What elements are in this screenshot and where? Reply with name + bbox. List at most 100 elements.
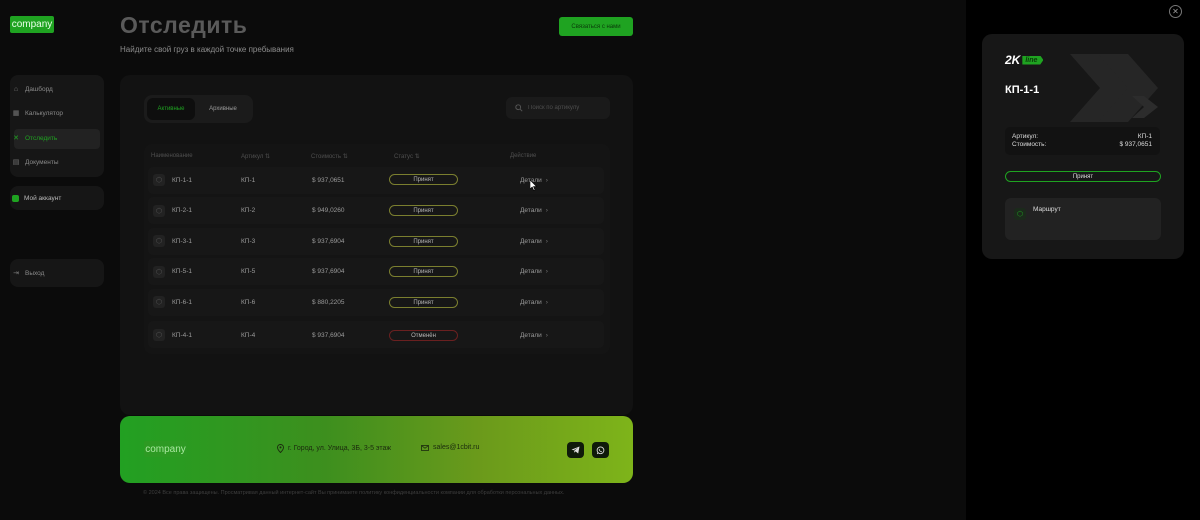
- box-icon: ⬡: [153, 174, 165, 186]
- whatsapp-button[interactable]: [592, 442, 609, 458]
- footer-address: г. Город, ул. Улица, 3Б, 3-5 этаж: [277, 444, 391, 453]
- route-box[interactable]: [1005, 198, 1161, 240]
- tab-archive[interactable]: Архивные: [199, 98, 247, 120]
- column-header-action: Действие: [510, 153, 537, 159]
- logout-label: Выход: [25, 269, 45, 277]
- column-header-article[interactable]: Артикул ⇅: [241, 153, 270, 160]
- row-cost: $ 949,0260: [312, 207, 345, 214]
- logout-link[interactable]: ⇥ Выход: [12, 263, 44, 283]
- address-text: г. Город, ул. Улица, 3Б, 3-5 этаж: [288, 445, 392, 452]
- sidebar-item-calculator[interactable]: ▦ Калькулятор: [12, 103, 63, 123]
- contact-us-button[interactable]: Связаться с нами: [559, 17, 633, 36]
- route-icon: ⬡: [1014, 208, 1026, 220]
- details-label: Детали: [520, 238, 542, 245]
- details-link[interactable]: Детали›: [520, 238, 548, 245]
- row-cost: $ 937,6904: [312, 238, 345, 245]
- footer-email[interactable]: sales@1cbit.ru: [421, 444, 479, 451]
- column-header-cost[interactable]: Стоимость ⇅: [311, 153, 348, 160]
- status-badge: Отменён: [389, 330, 458, 341]
- sidebar-item-track[interactable]: ✕ Отследить: [12, 128, 57, 148]
- row-name: КП-1-1: [172, 177, 193, 184]
- row-cost: $ 937,6904: [312, 332, 345, 339]
- cost-label: Стоимость:: [1012, 141, 1047, 148]
- details-label: Детали: [520, 268, 542, 275]
- details-link[interactable]: Детали›: [520, 207, 548, 214]
- panel-status-badge: Принят: [1005, 171, 1161, 182]
- panel-title: КП-1-1: [1005, 84, 1040, 96]
- chevron-right-icon: ›: [545, 177, 548, 184]
- location-pin-icon: [277, 444, 284, 453]
- row-article: КП-2: [241, 207, 256, 214]
- row-article: КП-1: [241, 177, 256, 184]
- footer-logo[interactable]: company: [144, 441, 187, 457]
- copyright-text: © 2024 Все права защищены. Просматривая …: [143, 490, 565, 496]
- mail-icon: [421, 444, 429, 451]
- email-text: sales@1cbit.ru: [433, 444, 480, 451]
- details-link[interactable]: Детали›: [520, 268, 548, 275]
- company-logo[interactable]: company: [10, 16, 54, 33]
- route-label: Маршрут: [1033, 206, 1061, 213]
- article-label: Артикул:: [1012, 133, 1039, 140]
- status-badge: Принят: [389, 297, 458, 308]
- brand-logo: 2K line: [1005, 53, 1044, 67]
- close-icon: ✕: [1172, 7, 1179, 16]
- box-icon: ⬡: [153, 235, 165, 247]
- status-badge: Принят: [389, 205, 458, 216]
- sidebar-item-dashboard[interactable]: ⌂ Дашборд: [12, 79, 53, 99]
- brand-main: 2K: [1005, 53, 1021, 67]
- telegram-icon: [571, 446, 580, 454]
- chevron-right-icon: ›: [545, 268, 548, 275]
- document-icon: ▤: [12, 159, 20, 166]
- row-cost: $ 880,2205: [312, 299, 345, 306]
- details-label: Детали: [520, 207, 542, 214]
- account-icon: [12, 194, 19, 202]
- whatsapp-icon: [596, 445, 605, 454]
- row-cost: $ 937,0651: [312, 177, 345, 184]
- row-article: КП-4: [241, 332, 256, 339]
- search-box: [506, 97, 610, 119]
- home-icon: ⌂: [13, 85, 19, 93]
- chevron-right-icon: ›: [545, 332, 548, 339]
- status-badge: Принят: [389, 266, 458, 277]
- details-link[interactable]: Детали›: [520, 299, 548, 306]
- close-panel-button[interactable]: ✕: [1169, 5, 1182, 18]
- status-badge: Принят: [389, 236, 458, 247]
- search-input[interactable]: [528, 105, 608, 111]
- row-cost: $ 937,6904: [312, 268, 345, 275]
- account-label: Мой аккаунт: [24, 194, 62, 202]
- tab-active[interactable]: Активные: [147, 98, 195, 120]
- chevron-right-icon: ›: [545, 207, 548, 214]
- row-name: КП-2-1: [172, 207, 193, 214]
- details-label: Детали: [520, 332, 542, 339]
- column-header-name[interactable]: Наименование: [151, 153, 193, 159]
- row-name: КП-5-1: [172, 268, 193, 275]
- details-link[interactable]: Детали›: [520, 332, 548, 339]
- row-name: КП-4-1: [172, 332, 193, 339]
- chevron-right-icon: ›: [545, 238, 548, 245]
- my-account-link[interactable]: Мой аккаунт: [12, 188, 61, 208]
- orders-tabs: Активные Архивные: [144, 95, 253, 123]
- brand-line: line: [1022, 55, 1044, 65]
- page-subtitle: Найдите свой груз в каждой точке пребыва…: [120, 45, 294, 54]
- page-title: Отследить: [120, 12, 248, 38]
- row-article: КП-5: [241, 268, 256, 275]
- sidebar-item-label: Калькулятор: [25, 109, 64, 117]
- sidebar-item-label: Документы: [25, 158, 59, 166]
- row-article: КП-6: [241, 299, 256, 306]
- sidebar-item-label: Отследить: [25, 134, 58, 142]
- box-icon: ⬡: [153, 296, 165, 308]
- mouse-cursor-icon: [530, 180, 538, 191]
- telegram-button[interactable]: [567, 442, 584, 458]
- column-header-status[interactable]: Статус ⇅: [394, 153, 420, 160]
- calculator-icon: ▦: [12, 110, 20, 117]
- logout-icon: ⇥: [13, 270, 19, 277]
- cost-value: $ 937,0651: [1119, 141, 1152, 148]
- sidebar-item-documents[interactable]: ▤ Документы: [12, 152, 59, 172]
- row-name: КП-3-1: [172, 238, 193, 245]
- details-label: Детали: [520, 299, 542, 306]
- box-icon: ⬡: [153, 329, 165, 341]
- search-icon: [515, 104, 523, 112]
- article-value: КП-1: [1137, 133, 1152, 140]
- row-name: КП-6-1: [172, 299, 193, 306]
- track-icon: ✕: [13, 135, 19, 142]
